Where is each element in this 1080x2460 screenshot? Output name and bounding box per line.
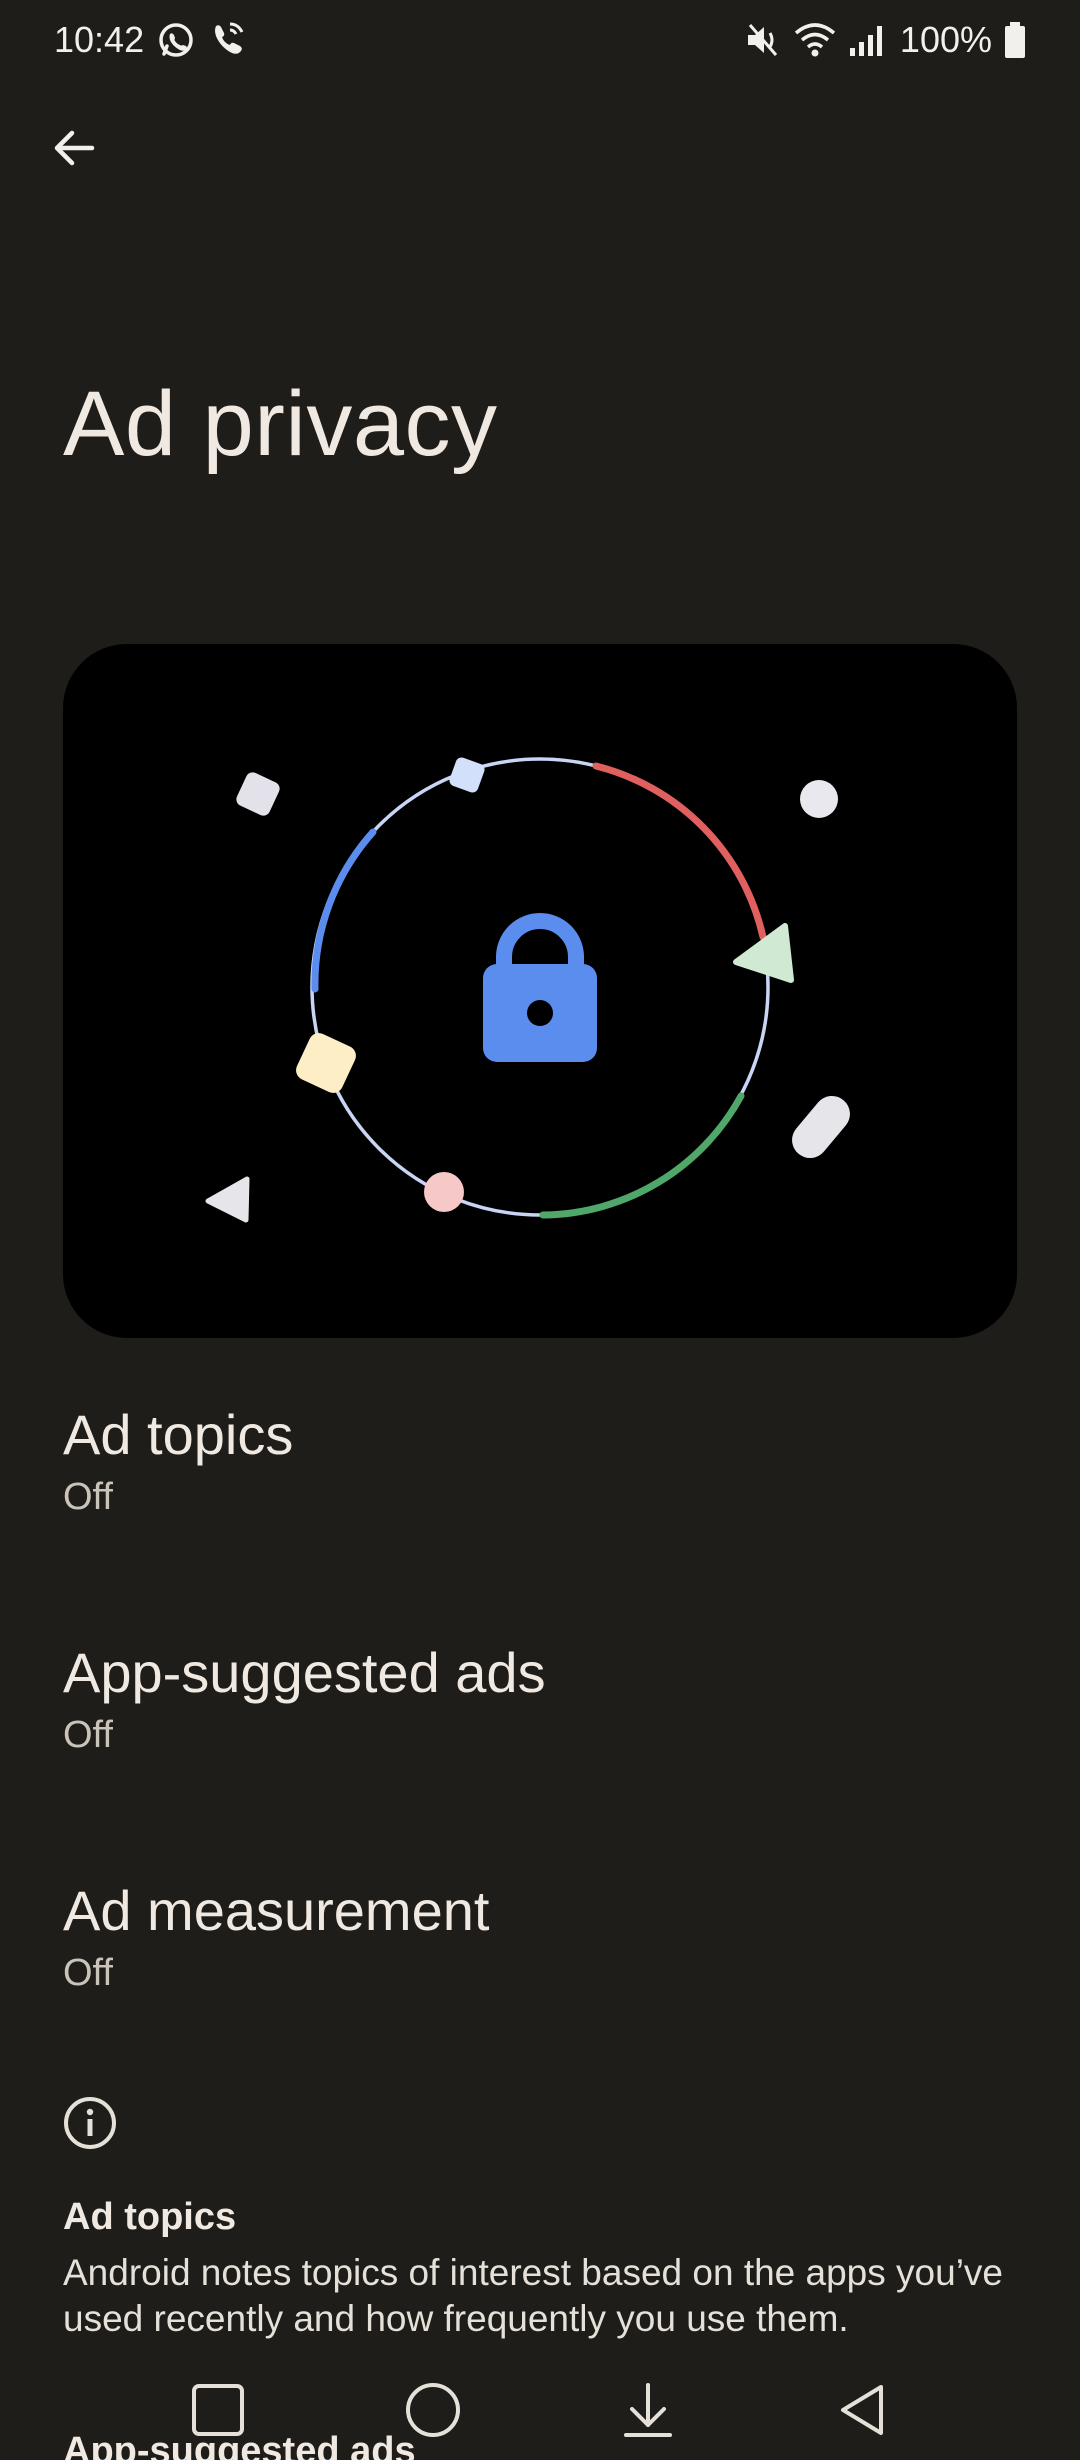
- navigation-bar: [0, 2360, 1080, 2460]
- lock-icon: [483, 913, 597, 1062]
- back-triangle-icon: [840, 2385, 883, 2435]
- setting-title: Ad topics: [63, 1403, 294, 1466]
- info-icon: [63, 2096, 117, 2150]
- nav-back-button[interactable]: [823, 2370, 903, 2450]
- home-circle-icon: [405, 2383, 460, 2437]
- home-button[interactable]: [393, 2370, 473, 2450]
- setting-value: Off: [63, 1476, 113, 1518]
- setting-title: App-suggested ads: [63, 1641, 546, 1704]
- status-time: 10:42: [54, 19, 145, 60]
- illustration-shape-dot-2: [424, 1172, 464, 1212]
- wifi-icon: [794, 21, 836, 59]
- setting-title: Ad measurement: [63, 1879, 490, 1942]
- illustration-shape-pill: [792, 1095, 850, 1159]
- footer-description: Android notes topics of interest based o…: [63, 2252, 1003, 2339]
- battery-percent: 100%: [899, 19, 992, 60]
- ad-privacy-screen: 10:42 100% Ad privacy Ad topics Off App-…: [0, 0, 1080, 2460]
- footer-heading: Ad topics: [63, 2196, 237, 2238]
- mute-icon: [744, 21, 782, 59]
- battery-icon: [1004, 21, 1026, 59]
- illustration-shape-dot-1: [800, 780, 838, 818]
- ad-privacy-illustration: [63, 644, 1017, 1338]
- keyboard-hide-icon: [623, 2383, 672, 2437]
- recents-button[interactable]: [178, 2370, 258, 2450]
- recents-square-icon: [191, 2384, 244, 2436]
- status-left: 10:42: [54, 19, 248, 61]
- illustration-arc-blue: [311, 828, 377, 993]
- setting-ad-topics[interactable]: Ad topics Off: [0, 1402, 1080, 1602]
- illustration-shape-square-1: [236, 772, 280, 816]
- setting-value: Off: [63, 1952, 113, 1994]
- setting-value: Off: [63, 1714, 113, 1756]
- illustration-arc-red: [592, 762, 767, 941]
- illustration-arc-green: [539, 1092, 745, 1219]
- wifi-call-icon: [208, 20, 248, 60]
- illustration-shape-square-2: [449, 757, 485, 793]
- illustration-shape-triangle-2: [205, 1176, 250, 1223]
- status-right: 100%: [744, 19, 1026, 61]
- signal-icon: [848, 22, 888, 58]
- illustration-shape-square-3: [296, 1033, 356, 1093]
- page-title: Ad privacy: [63, 373, 498, 475]
- hide-keyboard-button[interactable]: [608, 2370, 688, 2450]
- status-bar: 10:42 100%: [0, 0, 1080, 80]
- whatsapp-icon: [156, 20, 196, 60]
- setting-app-suggested-ads[interactable]: App-suggested ads Off: [0, 1640, 1080, 1840]
- arrow-back-icon: [54, 130, 95, 166]
- back-button[interactable]: [36, 110, 112, 186]
- setting-ad-measurement[interactable]: Ad measurement Off: [0, 1878, 1080, 2078]
